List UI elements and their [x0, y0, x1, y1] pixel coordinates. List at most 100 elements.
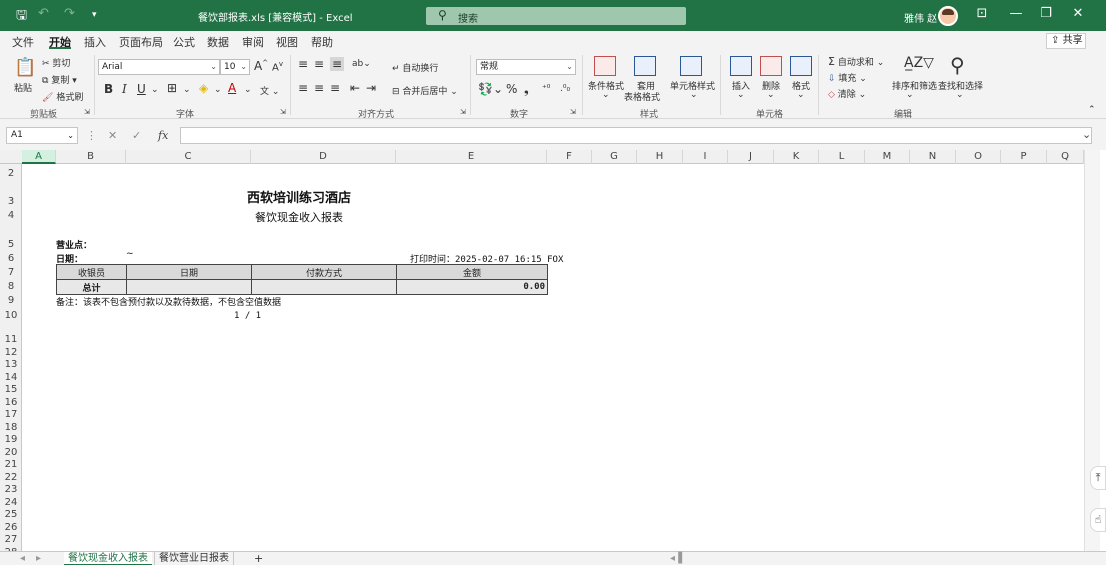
- column-header-c[interactable]: C: [126, 150, 251, 164]
- chevron-down-icon[interactable]: ⌄: [183, 85, 191, 95]
- format-as-table-icon[interactable]: [634, 56, 656, 76]
- row-header[interactable]: 24: [0, 497, 22, 508]
- decrease-font-icon[interactable]: Av: [272, 60, 283, 73]
- column-header-d[interactable]: D: [251, 150, 396, 164]
- ribbon-display-options-icon[interactable]: ⊡: [972, 6, 992, 21]
- row-header[interactable]: 6: [0, 253, 22, 264]
- column-payment-header[interactable]: 付款方式: [251, 264, 397, 280]
- row-header[interactable]: 5: [0, 239, 22, 250]
- minimize-icon[interactable]: —: [1006, 6, 1026, 21]
- align-bottom-icon[interactable]: ≡: [330, 57, 345, 71]
- table-cell[interactable]: [251, 279, 397, 295]
- total-amount[interactable]: 0.00: [396, 279, 548, 295]
- conditional-formatting-icon[interactable]: [594, 56, 616, 76]
- column-header-h[interactable]: H: [637, 150, 683, 164]
- row-header[interactable]: 27: [0, 534, 22, 545]
- menu-file[interactable]: 文件: [12, 34, 34, 50]
- horizontal-scrollbar[interactable]: ◂ ▌: [666, 552, 690, 565]
- menu-page-layout[interactable]: 页面布局: [119, 34, 163, 50]
- align-top-icon[interactable]: ≡: [298, 57, 308, 71]
- redo-icon[interactable]: ↷: [64, 6, 75, 21]
- orientation-icon[interactable]: ab⌄: [352, 59, 371, 69]
- paste-label[interactable]: 粘贴: [14, 81, 32, 94]
- chevron-down-icon[interactable]: ⌄: [244, 85, 252, 95]
- paste-icon[interactable]: 📋: [14, 57, 36, 78]
- row-header[interactable]: 23: [0, 484, 22, 495]
- avatar[interactable]: [938, 6, 958, 26]
- merge-center-button[interactable]: ⊟ 合并后居中 ⌄: [392, 84, 458, 97]
- row-header[interactable]: 18: [0, 422, 22, 433]
- chevron-down-icon[interactable]: ⌄: [214, 85, 222, 95]
- comma-style-icon[interactable]: ❟: [524, 82, 529, 97]
- underline-icon[interactable]: U: [137, 82, 146, 96]
- user-name[interactable]: 雅伟 赵: [904, 10, 937, 25]
- find-select-icon[interactable]: ⚲: [950, 53, 965, 77]
- delete-cells-icon[interactable]: [760, 56, 782, 76]
- restore-icon[interactable]: ❐: [1036, 6, 1056, 21]
- column-header-j[interactable]: J: [728, 150, 774, 164]
- chevron-down-icon[interactable]: ⌄: [737, 90, 745, 100]
- format-as-table-label-2[interactable]: 表格格式: [624, 90, 660, 103]
- row-header[interactable]: 16: [0, 397, 22, 408]
- menu-view[interactable]: 视图: [276, 34, 298, 50]
- save-icon[interactable]: 🖫: [16, 6, 27, 28]
- chevron-down-icon[interactable]: ⌄: [690, 90, 698, 100]
- row-header[interactable]: 9: [0, 295, 22, 306]
- row-header[interactable]: 17: [0, 409, 22, 420]
- add-sheet-button[interactable]: +: [250, 552, 267, 565]
- row-header[interactable]: 8: [0, 281, 22, 292]
- expand-formula-icon[interactable]: ⌄: [1082, 128, 1091, 141]
- column-header-a[interactable]: A: [22, 150, 56, 164]
- menu-help[interactable]: 帮助: [311, 34, 333, 50]
- name-box[interactable]: A1 ⌄: [6, 127, 78, 144]
- bold-icon[interactable]: B: [104, 82, 113, 96]
- column-header-f[interactable]: F: [547, 150, 592, 164]
- cancel-icon[interactable]: ✕: [108, 129, 117, 142]
- column-date-header[interactable]: 日期: [126, 264, 252, 280]
- fill-button[interactable]: ⇩ 填充 ⌄: [828, 71, 867, 84]
- insert-cells-icon[interactable]: [730, 56, 752, 76]
- clipboard-launcher-icon[interactable]: ⇲: [84, 108, 90, 116]
- format-painter-button[interactable]: 🖌 格式刷: [42, 90, 83, 103]
- row-header[interactable]: 20: [0, 447, 22, 458]
- percent-icon[interactable]: %: [506, 82, 517, 96]
- row-header[interactable]: 19: [0, 434, 22, 445]
- menu-data[interactable]: 数据: [207, 34, 229, 50]
- column-cashier-header[interactable]: 收银员: [56, 264, 127, 280]
- row-header[interactable]: 14: [0, 372, 22, 383]
- feedback-icon[interactable]: ☝: [1090, 508, 1106, 532]
- copy-button[interactable]: ⧉ 复制 ▾: [42, 73, 77, 86]
- menu-formulas[interactable]: 公式: [173, 34, 195, 50]
- row-header[interactable]: 12: [0, 347, 22, 358]
- total-label[interactable]: 总计: [56, 279, 127, 295]
- collapse-ribbon-icon[interactable]: ⌃: [1088, 105, 1096, 115]
- row-header[interactable]: 25: [0, 509, 22, 520]
- increase-font-icon[interactable]: A^: [254, 59, 268, 73]
- customize-toolbar-icon[interactable]: ▾: [92, 10, 97, 20]
- column-header-b[interactable]: B: [56, 150, 126, 164]
- autosum-button[interactable]: Σ 自动求和 ⌄: [828, 55, 884, 68]
- wrap-text-button[interactable]: ↵ 自动换行: [392, 61, 438, 74]
- number-launcher-icon[interactable]: ⇲: [570, 108, 576, 116]
- column-header-g[interactable]: G: [592, 150, 637, 164]
- column-header-o[interactable]: O: [956, 150, 1001, 164]
- column-header-q[interactable]: Q: [1047, 150, 1084, 164]
- column-header-m[interactable]: M: [865, 150, 910, 164]
- font-name-select[interactable]: Arial ⌄: [98, 59, 220, 75]
- close-icon[interactable]: ✕: [1068, 6, 1088, 21]
- row-header[interactable]: 10: [0, 310, 22, 321]
- chevron-down-icon[interactable]: ⌄: [602, 90, 610, 100]
- currency-icon[interactable]: 💱⌄: [478, 82, 503, 96]
- formula-input[interactable]: [180, 127, 1092, 144]
- pin-top-icon[interactable]: ⤒: [1090, 466, 1106, 490]
- font-size-select[interactable]: 10 ⌄: [220, 59, 250, 75]
- number-format-select[interactable]: 常规 ⌄: [476, 59, 576, 75]
- menu-review[interactable]: 审阅: [242, 34, 264, 50]
- insert-function-icon[interactable]: fx: [158, 129, 168, 142]
- decrease-decimal-icon[interactable]: .⁰₀: [560, 84, 570, 94]
- decrease-indent-icon[interactable]: ⇤: [350, 81, 360, 95]
- row-header[interactable]: 7: [0, 267, 22, 278]
- fill-color-icon[interactable]: ◈: [199, 81, 208, 95]
- align-middle-icon[interactable]: ≡: [314, 57, 324, 71]
- cell-styles-icon[interactable]: [680, 56, 702, 76]
